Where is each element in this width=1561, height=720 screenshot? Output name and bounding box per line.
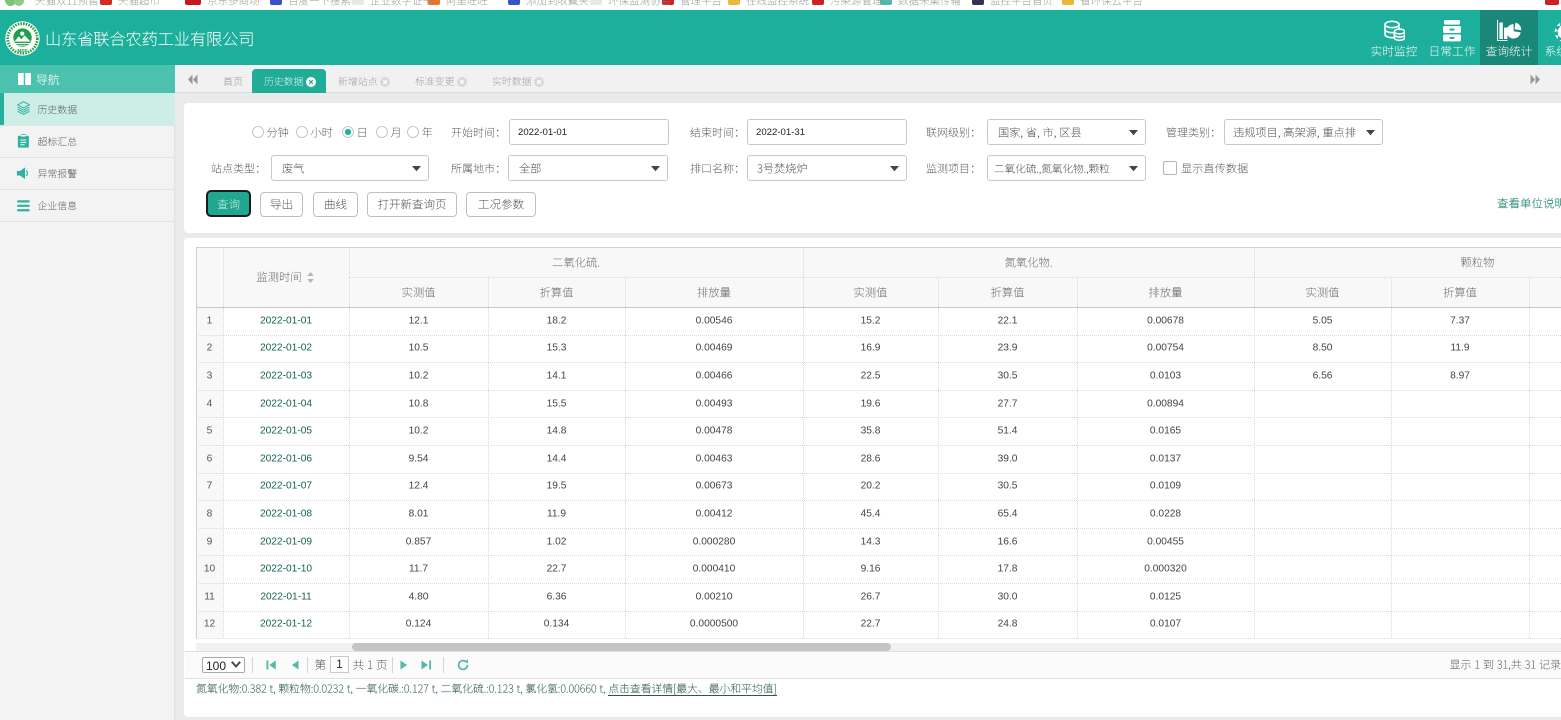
svg-text:MEE: MEE [18, 48, 28, 53]
